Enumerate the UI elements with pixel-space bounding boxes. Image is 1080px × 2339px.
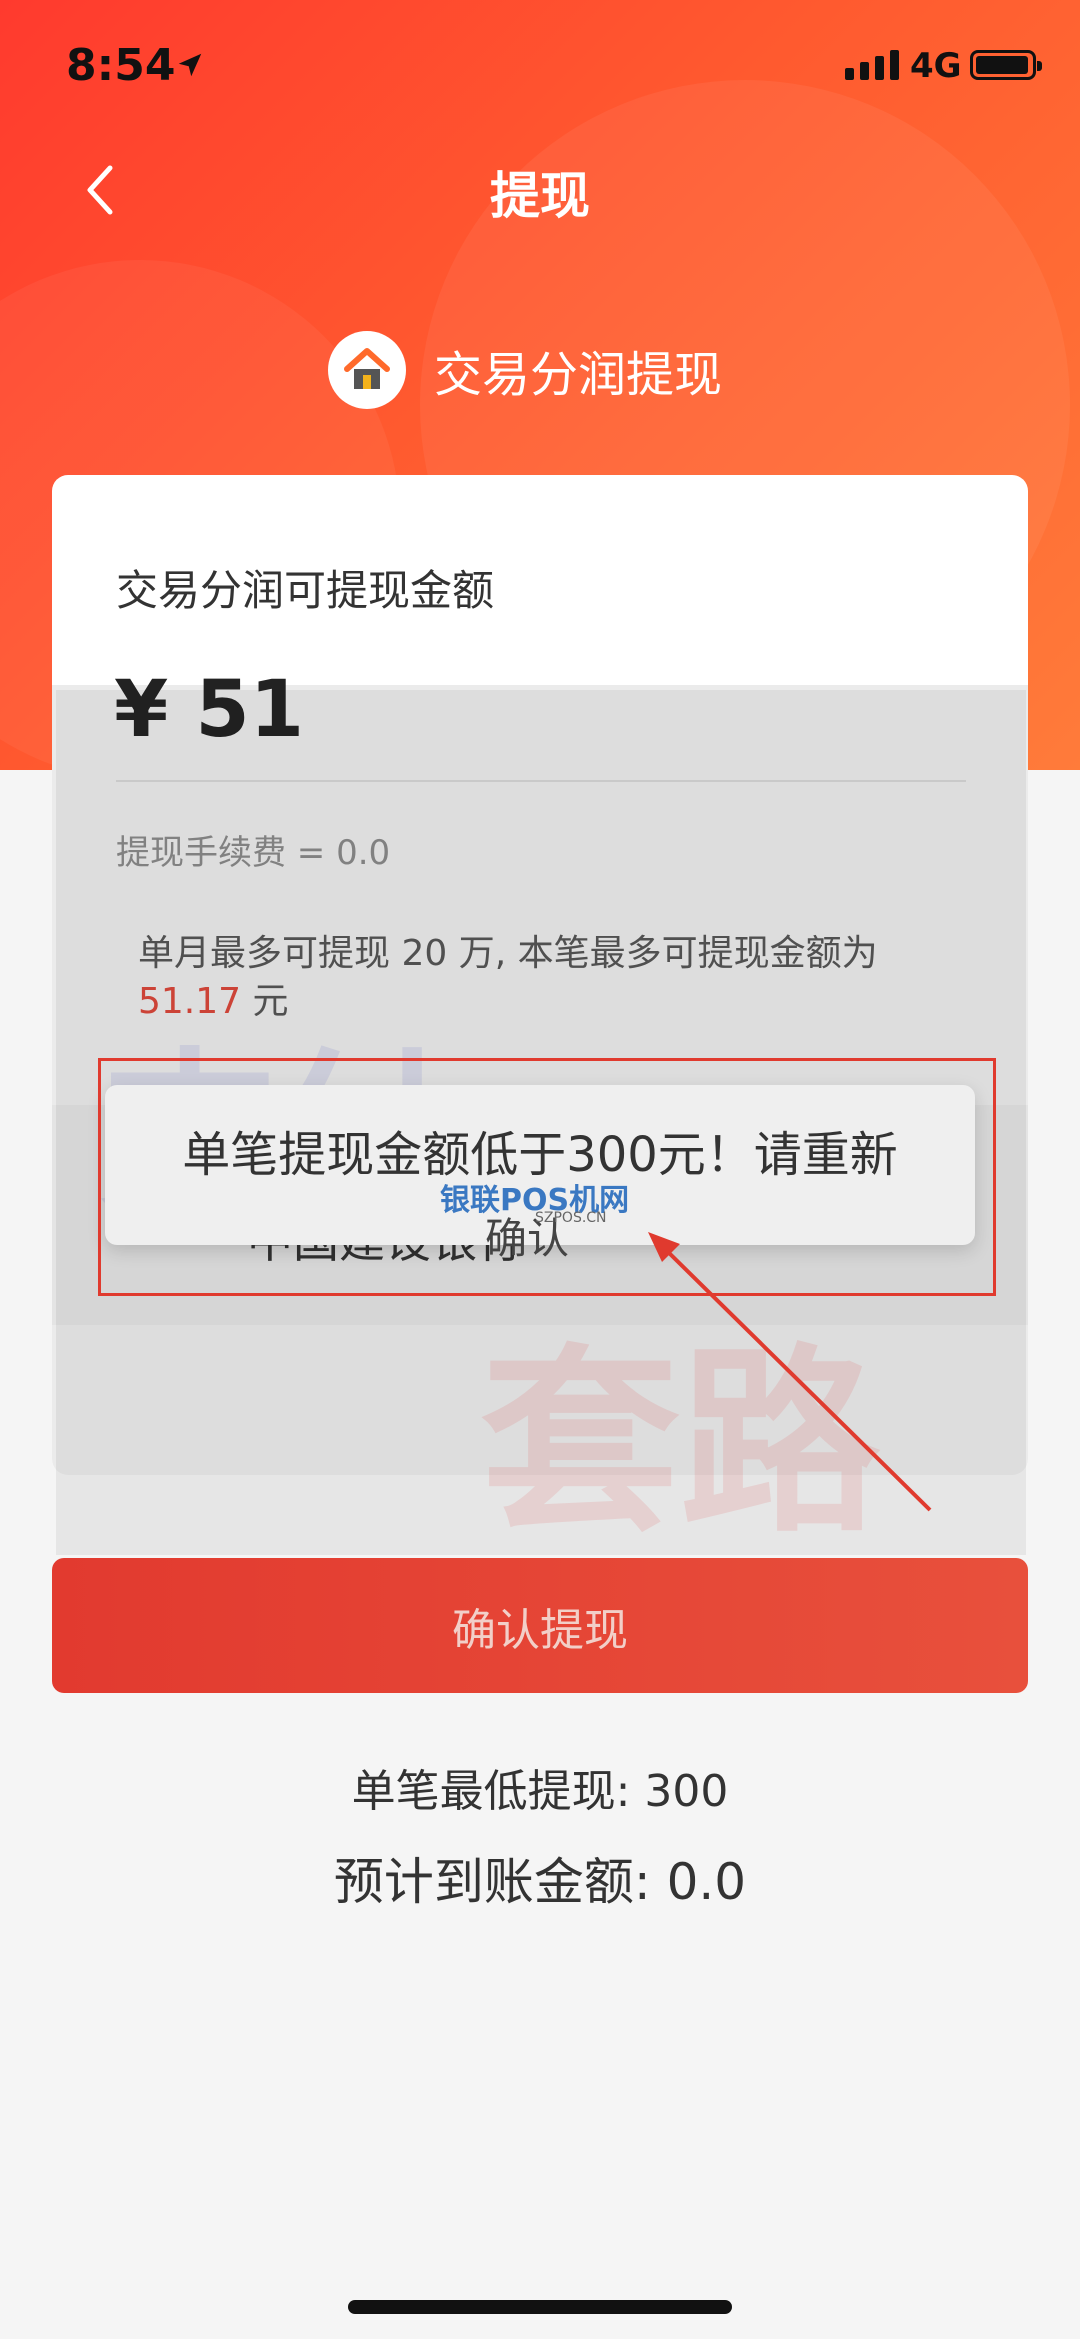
cellular-signal-icon: [845, 50, 899, 80]
network-type: 4G: [910, 46, 962, 86]
home-icon: [328, 331, 406, 409]
confirm-withdraw-button[interactable]: 确认提现: [52, 1558, 1028, 1693]
home-indicator[interactable]: [348, 2300, 732, 2314]
brand-row: 交易分润提现: [328, 330, 722, 410]
available-amount-label: 交易分润可提现金额: [116, 566, 495, 615]
status-bar: 8:54 4G: [0, 0, 1080, 130]
annotation-arrow-icon: [648, 1232, 932, 1512]
watermark-url: SZPOS.CN: [535, 1210, 607, 1226]
location-arrow-icon: [178, 53, 202, 77]
brand-label: 交易分润提现: [434, 347, 723, 403]
page-title: 提现: [490, 167, 590, 225]
status-time: 8:54: [66, 40, 176, 91]
card-header: 交易分润可提现金额: [52, 475, 1028, 685]
battery-icon: [970, 50, 1042, 80]
expected-amount-text: 预计到账金额: 0.0: [333, 1853, 747, 1911]
min-withdraw-text: 单笔最低提现: 300: [351, 1766, 729, 1817]
